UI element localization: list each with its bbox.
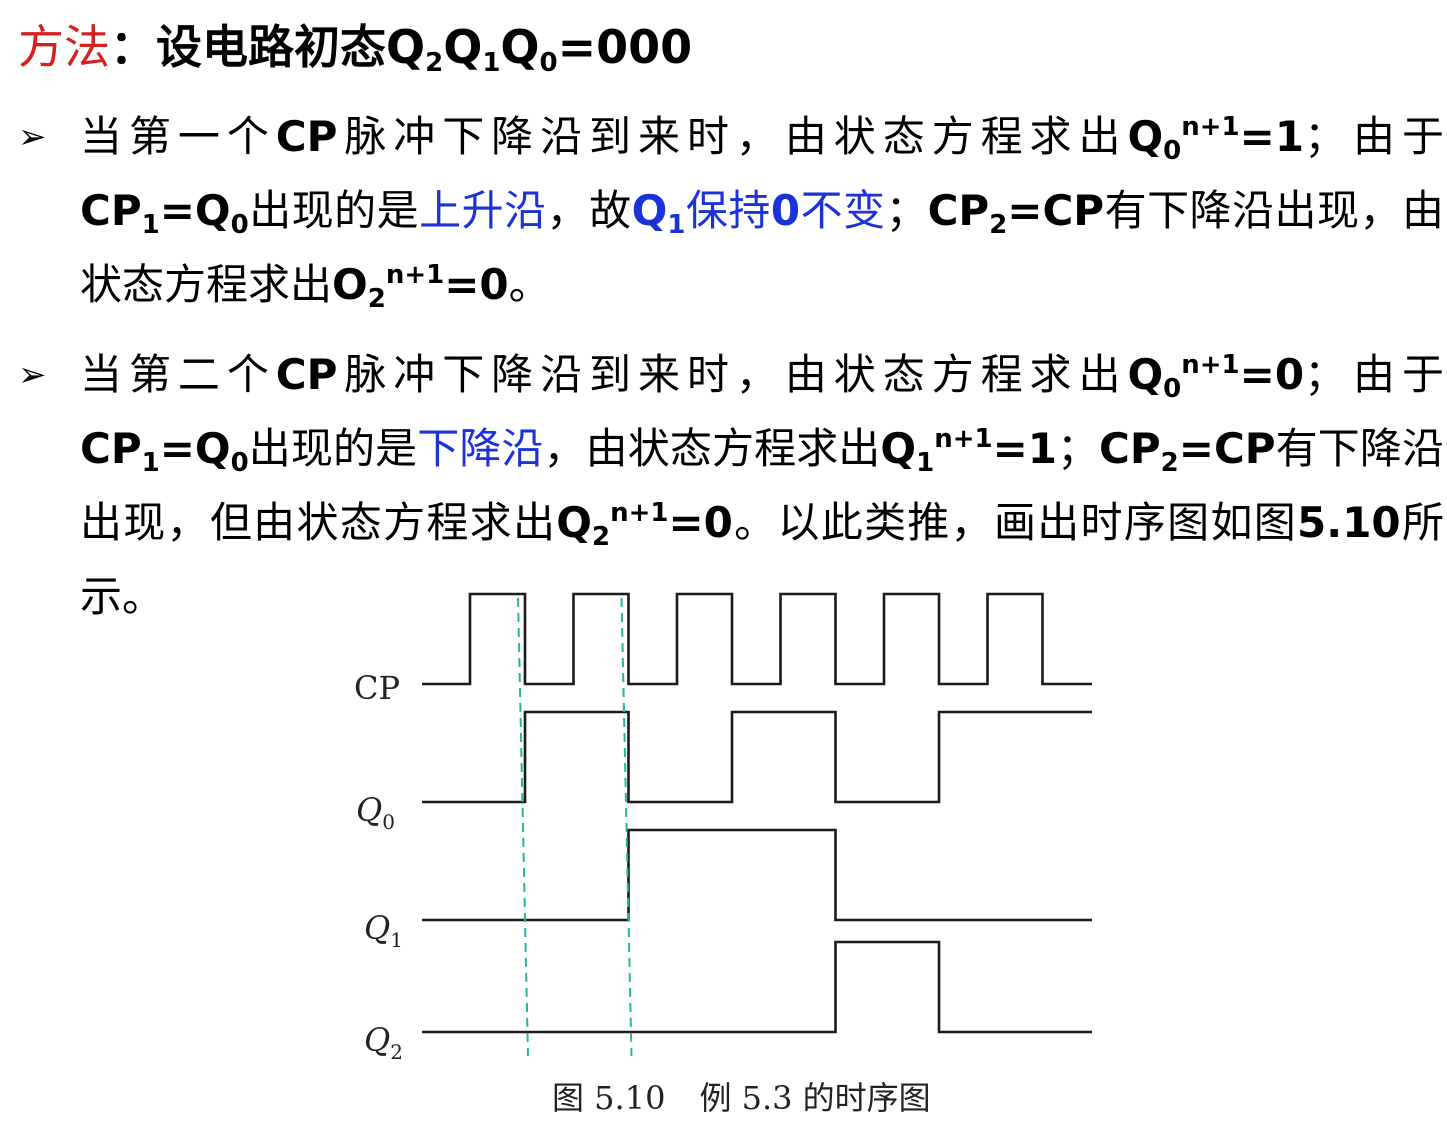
text-run: Q	[1127, 112, 1164, 161]
caption-text: 例 5.3 的时序图	[699, 1079, 931, 1117]
text-run: ，故	[546, 186, 632, 235]
text-run: =1	[1239, 112, 1305, 161]
subscript: 2	[591, 522, 611, 552]
text-run: =0	[444, 260, 509, 309]
label-q2-text: Q	[364, 1021, 391, 1059]
text-run: O	[332, 260, 368, 309]
timing-diagram-figure: CP Q0 Q1 Q2 图 5.10 例 5.3 的时序图	[330, 568, 1180, 1123]
label-q0-text: Q	[356, 791, 383, 829]
bullet-text: 当第一个CP脉冲下降沿到来时，由状态方程求出Q0n+1=1；由于CP1=Q0出现…	[80, 100, 1444, 322]
text-run: ；由于	[1304, 350, 1444, 399]
text-run: 脉冲下降沿到来时，由状态方程求出	[337, 350, 1128, 399]
label-q2-sub: 2	[390, 1040, 403, 1064]
highlight-q1: Q	[631, 186, 668, 235]
figure-ref: 5.10	[1297, 498, 1401, 547]
text-run: CP	[80, 424, 142, 473]
text-run: =CP	[1178, 424, 1276, 473]
title-q1: Q	[443, 20, 483, 74]
title-sub1: 1	[482, 48, 501, 78]
text-run: Q	[880, 424, 917, 473]
text-run: =Q	[159, 186, 231, 235]
text-run: ；由于	[1304, 112, 1444, 161]
label-q2: Q2	[364, 1021, 403, 1062]
title-q0: Q	[500, 20, 540, 74]
text-run: =CP	[1007, 186, 1105, 235]
label-q1: Q1	[364, 909, 403, 950]
subscript: 0	[1163, 136, 1182, 166]
label-cp: CP	[354, 672, 400, 704]
text-run: 当第一个	[80, 112, 276, 161]
superscript: n+1	[1181, 112, 1240, 142]
text-run: 。	[508, 260, 551, 309]
title-sub2: 2	[425, 48, 444, 78]
highlight-falling-edge: 下降沿	[417, 424, 544, 473]
label-q1-text: Q	[364, 909, 391, 947]
superscript: n+1	[1181, 350, 1240, 380]
text-run: CP	[275, 350, 338, 399]
label-q0: Q0	[356, 791, 395, 832]
subscript: 1	[667, 210, 686, 240]
text-run: 当第二个	[80, 350, 276, 399]
text-run: CP	[80, 186, 142, 235]
superscript: n+1	[385, 260, 445, 290]
highlight-zero: 0	[770, 186, 801, 235]
highlight-keep: 保持	[685, 186, 771, 235]
text-run: CP	[1099, 424, 1161, 473]
highlight-unchanged: 不变	[800, 186, 886, 235]
subscript: 2	[367, 284, 386, 314]
title-tail: =000	[557, 20, 693, 74]
subscript: 0	[230, 448, 249, 478]
label-cp-text: CP	[354, 669, 401, 707]
caption-number: 图 5.10	[552, 1079, 666, 1117]
text-run: Q	[1127, 350, 1164, 399]
text-run: ；	[1057, 424, 1100, 473]
q0-waveform	[422, 710, 1092, 804]
subscript: 1	[141, 210, 160, 240]
highlight-rising-edge: 上升沿	[419, 186, 547, 235]
q2-waveform	[422, 940, 1092, 1034]
figure-caption: 图 5.10 例 5.3 的时序图	[552, 1073, 931, 1119]
label-q0-sub: 0	[382, 810, 395, 834]
subscript: 1	[916, 448, 935, 478]
text-run: 出现的是	[248, 186, 420, 235]
slide-title: 方法：设电路初态Q2Q1Q0=000	[18, 14, 692, 80]
subscript: 0	[230, 210, 249, 240]
subscript: 2	[989, 210, 1008, 240]
falling-edge-guide-line	[620, 597, 633, 1057]
text-run: 脉冲下降沿到来时，由状态方程求出	[337, 112, 1128, 161]
superscript: n+1	[934, 424, 993, 454]
title-text: 设电路初态Q	[156, 20, 426, 74]
label-q1-sub: 1	[390, 928, 403, 952]
cp-waveform	[422, 592, 1092, 686]
method-label: 方法	[18, 20, 110, 74]
title-colon: ：	[110, 20, 156, 74]
text-run: =Q	[159, 424, 231, 473]
text-run: ，由状态方程求出	[543, 424, 881, 473]
bullet-arrow-icon: ➢	[18, 355, 47, 395]
text-run: CP	[927, 186, 990, 235]
bullet-arrow-icon: ➢	[18, 117, 47, 157]
title-sub0: 0	[539, 48, 558, 78]
subscript: 0	[1163, 374, 1182, 404]
timing-diagram	[422, 592, 1092, 1057]
text-run: =0	[1239, 350, 1305, 399]
text-run: 。以此类推，画出时序图如图	[732, 498, 1298, 547]
text-run: ；	[885, 186, 928, 235]
text-run: CP	[275, 112, 338, 161]
superscript: n+1	[610, 498, 669, 528]
text-run: 出现的是	[248, 424, 418, 473]
falling-edge-guide-line	[517, 597, 529, 1057]
text-run: Q	[556, 498, 592, 547]
text-run: =0	[668, 498, 733, 547]
subscript: 1	[141, 448, 160, 478]
subscript: 2	[1160, 448, 1179, 478]
text-run: =1	[992, 424, 1058, 473]
